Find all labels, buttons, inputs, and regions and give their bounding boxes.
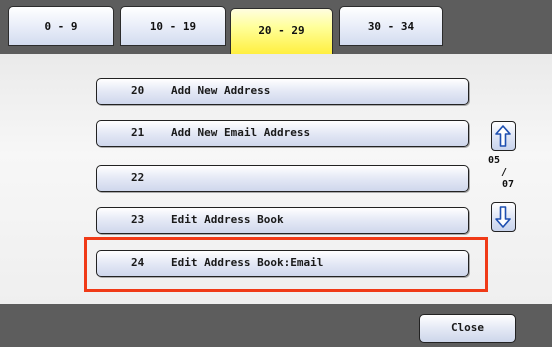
entry-number: 21 [131, 126, 145, 139]
entry-label: Edit Address Book [171, 213, 284, 226]
arrow-down-icon [495, 206, 511, 228]
entry-list-panel: 20 Add New Address 21 Add New Email Addr… [0, 54, 552, 304]
entry-button-21[interactable]: 21 Add New Email Address [96, 120, 469, 147]
close-button[interactable]: Close [419, 314, 516, 343]
entry-label: Add New Address [171, 84, 271, 97]
entry-button-23[interactable]: 23 Edit Address Book [96, 207, 469, 234]
entry-button-22[interactable]: 22 [96, 165, 469, 192]
bottom-bar: Close [0, 304, 552, 347]
scroll-up-button[interactable] [491, 121, 516, 151]
tab-0-9[interactable]: 0 - 9 [8, 6, 114, 46]
entry-button-24[interactable]: 24 Edit Address Book:Email [96, 250, 469, 277]
entry-number: 22 [131, 171, 145, 184]
entry-number: 24 [131, 256, 145, 269]
scroll-down-button[interactable] [491, 202, 516, 232]
entry-number: 20 [131, 84, 145, 97]
tab-bar: 0 - 9 10 - 19 20 - 29 30 - 34 [0, 0, 552, 54]
tab-30-34[interactable]: 30 - 34 [339, 6, 443, 46]
entry-button-20[interactable]: 20 Add New Address [96, 78, 469, 105]
arrow-up-icon [495, 125, 511, 147]
tab-20-29[interactable]: 20 - 29 [230, 8, 333, 54]
page-total: 07 [502, 179, 515, 190]
entry-number: 23 [131, 213, 145, 226]
entry-label: Add New Email Address [171, 126, 311, 139]
page-separator: / [501, 167, 508, 178]
tab-10-19[interactable]: 10 - 19 [120, 6, 226, 46]
entry-label: Edit Address Book:Email [171, 256, 324, 269]
page-current: 05 [488, 155, 501, 166]
address-book-screen: 0 - 9 10 - 19 20 - 29 30 - 34 20 Add New… [0, 0, 552, 347]
